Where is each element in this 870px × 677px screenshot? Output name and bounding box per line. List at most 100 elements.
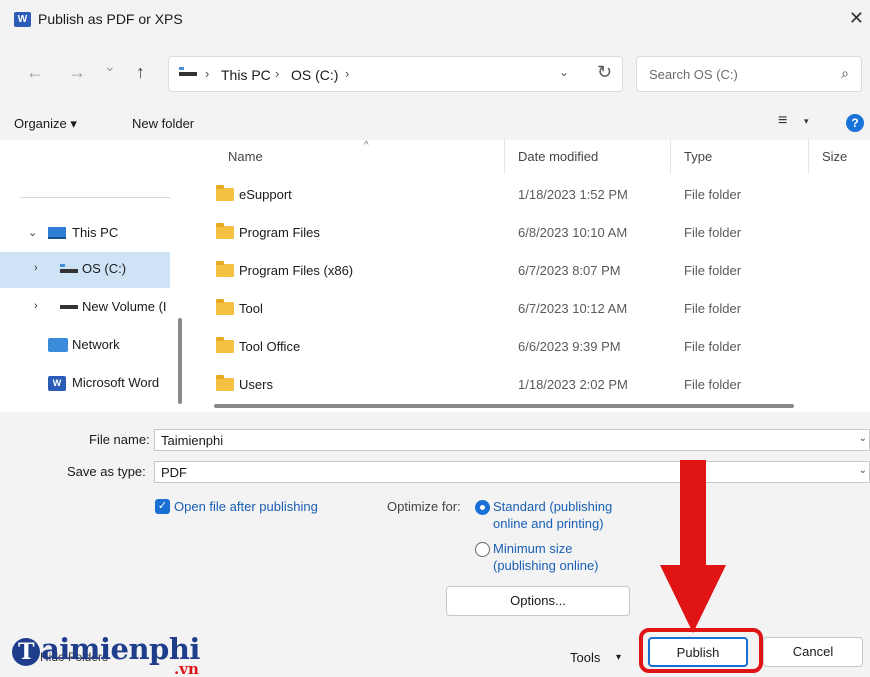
forward-arrow-icon[interactable]: →: [68, 62, 86, 83]
breadcrumb-this-pc[interactable]: This PC: [221, 67, 271, 83]
search-placeholder: Search OS (C:): [649, 67, 738, 82]
tools-chevron-icon[interactable]: ▾: [616, 652, 621, 663]
sidebar-item-os-c[interactable]: › OS (C:): [0, 252, 170, 288]
address-bar[interactable]: › This PC › OS (C:) › ⌄ ↻: [168, 56, 623, 92]
column-divider[interactable]: [504, 140, 505, 174]
file-name: eSupport: [239, 187, 292, 202]
up-arrow-icon[interactable]: ↑: [136, 62, 145, 83]
open-after-publishing-checkbox[interactable]: ✓: [155, 499, 170, 514]
file-type: File folder: [684, 301, 742, 316]
sidebar-item-label: This PC: [72, 225, 119, 240]
column-header-size[interactable]: Size: [822, 149, 847, 164]
word-app-icon: W: [14, 12, 31, 27]
search-icon[interactable]: ⌕: [841, 65, 849, 82]
logo-domain: .vn: [174, 660, 199, 677]
options-button[interactable]: Options...: [446, 586, 630, 616]
file-date: 6/6/2023 9:39 PM: [518, 339, 621, 354]
column-header-date[interactable]: Date modified: [518, 149, 598, 164]
filename-label: File name:: [89, 432, 150, 447]
annotation-arrow-head: [660, 565, 726, 633]
filename-dropdown-chevron-icon[interactable]: ⌄: [859, 433, 867, 444]
filename-value: Taimienphi: [161, 433, 224, 448]
drive-icon: [179, 67, 197, 79]
help-icon[interactable]: ?: [846, 114, 864, 132]
folder-icon: [216, 261, 234, 277]
type-dropdown-chevron-icon[interactable]: ⌄: [859, 465, 867, 476]
folder-icon: [216, 185, 234, 201]
save-as-type-select[interactable]: PDF ⌄: [154, 461, 870, 483]
command-toolbar: Organize ▾ New folder ≡ ▾ ?: [0, 104, 870, 140]
view-chevron-icon[interactable]: ▾: [804, 116, 809, 127]
taimienphi-logo: Taimienphi: [12, 632, 200, 666]
breadcrumb-separator[interactable]: ›: [345, 66, 349, 81]
sidebar-item-microsoft-word[interactable]: W Microsoft Word: [0, 366, 170, 402]
file-browser: ⌄ This PC › OS (C:) › New Volume (I Netw…: [0, 140, 870, 412]
file-name: Tool Office: [239, 339, 301, 354]
expand-chevron-icon[interactable]: ›: [34, 262, 38, 274]
refresh-icon[interactable]: ↻: [597, 62, 612, 83]
expand-chevron-icon[interactable]: ›: [34, 300, 38, 312]
column-divider[interactable]: [808, 140, 809, 174]
file-date: 6/7/2023 10:12 AM: [518, 301, 628, 316]
file-type: File folder: [684, 377, 742, 392]
file-name: Tool: [239, 301, 263, 316]
publish-highlight-ring: [639, 628, 763, 673]
column-header-type[interactable]: Type: [684, 149, 712, 164]
breadcrumb-separator: ›: [205, 66, 210, 81]
horizontal-scrollbar[interactable]: [214, 404, 794, 408]
back-arrow-icon[interactable]: ←: [26, 62, 44, 83]
file-name: Users: [239, 377, 273, 392]
table-row[interactable]: Tool Office 6/6/2023 9:39 PM File folder: [192, 328, 870, 366]
folder-icon: [216, 375, 234, 391]
recent-locations-chevron-icon[interactable]: ⌄: [104, 58, 116, 75]
file-type: File folder: [684, 225, 742, 240]
search-input[interactable]: Search OS (C:) ⌕: [636, 56, 862, 92]
file-date: 6/7/2023 8:07 PM: [518, 263, 621, 278]
file-date: 1/18/2023 1:52 PM: [518, 187, 628, 202]
file-type: File folder: [684, 263, 742, 278]
tools-button[interactable]: Tools: [570, 650, 600, 665]
file-type: File folder: [684, 339, 742, 354]
sidebar-item-label: OS (C:): [82, 261, 127, 276]
open-after-publishing-label[interactable]: Open file after publishing: [174, 499, 318, 514]
computer-icon: [48, 227, 66, 239]
address-dropdown-chevron-icon[interactable]: ⌄: [559, 65, 569, 79]
view-options-icon[interactable]: ≡: [778, 112, 787, 130]
sort-ascending-icon: ^: [364, 140, 369, 151]
sidebar-item-label: Microsoft Word: [72, 375, 160, 390]
table-row[interactable]: Users 1/18/2023 2:02 PM File folder: [192, 366, 870, 404]
sidebar-item-label: New Volume (I: [82, 299, 167, 314]
annotation-arrow-shaft: [680, 460, 706, 570]
close-icon[interactable]: ✕: [849, 8, 864, 29]
expand-chevron-icon[interactable]: ⌄: [28, 226, 37, 239]
logo-initial: T: [12, 638, 40, 666]
title-bar: W Publish as PDF or XPS ✕: [0, 0, 870, 38]
column-divider[interactable]: [670, 140, 671, 174]
table-row[interactable]: Tool 6/7/2023 10:12 AM File folder: [192, 290, 870, 328]
sidebar-item-new-volume[interactable]: › New Volume (I: [0, 290, 170, 326]
table-row[interactable]: Program Files 6/8/2023 10:10 AM File fol…: [192, 214, 870, 252]
optimize-for-label: Optimize for:: [387, 499, 461, 514]
folder-icon: [216, 299, 234, 315]
sidebar-item-this-pc[interactable]: ⌄ This PC: [0, 216, 170, 252]
breadcrumb-separator: ›: [275, 66, 280, 81]
word-icon: W: [48, 376, 66, 391]
minimum-size-radio-label[interactable]: Minimum size (publishing online): [493, 540, 599, 574]
table-row[interactable]: Program Files (x86) 6/7/2023 8:07 PM Fil…: [192, 252, 870, 290]
standard-label-line2: online and printing): [493, 516, 604, 531]
sidebar-item-network[interactable]: Network: [0, 328, 170, 364]
minimum-size-radio[interactable]: [475, 542, 490, 557]
column-header-name[interactable]: Name: [228, 149, 263, 164]
table-row[interactable]: eSupport 1/18/2023 1:52 PM File folder: [192, 176, 870, 214]
folder-icon: [216, 337, 234, 353]
filename-field[interactable]: Taimienphi ⌄: [154, 429, 870, 451]
new-folder-button[interactable]: New folder: [132, 116, 194, 131]
nav-pane-scrollbar[interactable]: [178, 318, 182, 404]
minimum-label-line1: Minimum size: [493, 541, 573, 556]
standard-radio-label[interactable]: Standard (publishing online and printing…: [493, 498, 612, 532]
breadcrumb-os-c[interactable]: OS (C:): [291, 67, 338, 83]
standard-radio[interactable]: [475, 500, 490, 515]
organize-button[interactable]: Organize ▾: [14, 116, 77, 132]
cancel-button[interactable]: Cancel: [763, 637, 863, 667]
save-as-type-label: Save as type:: [67, 464, 146, 479]
